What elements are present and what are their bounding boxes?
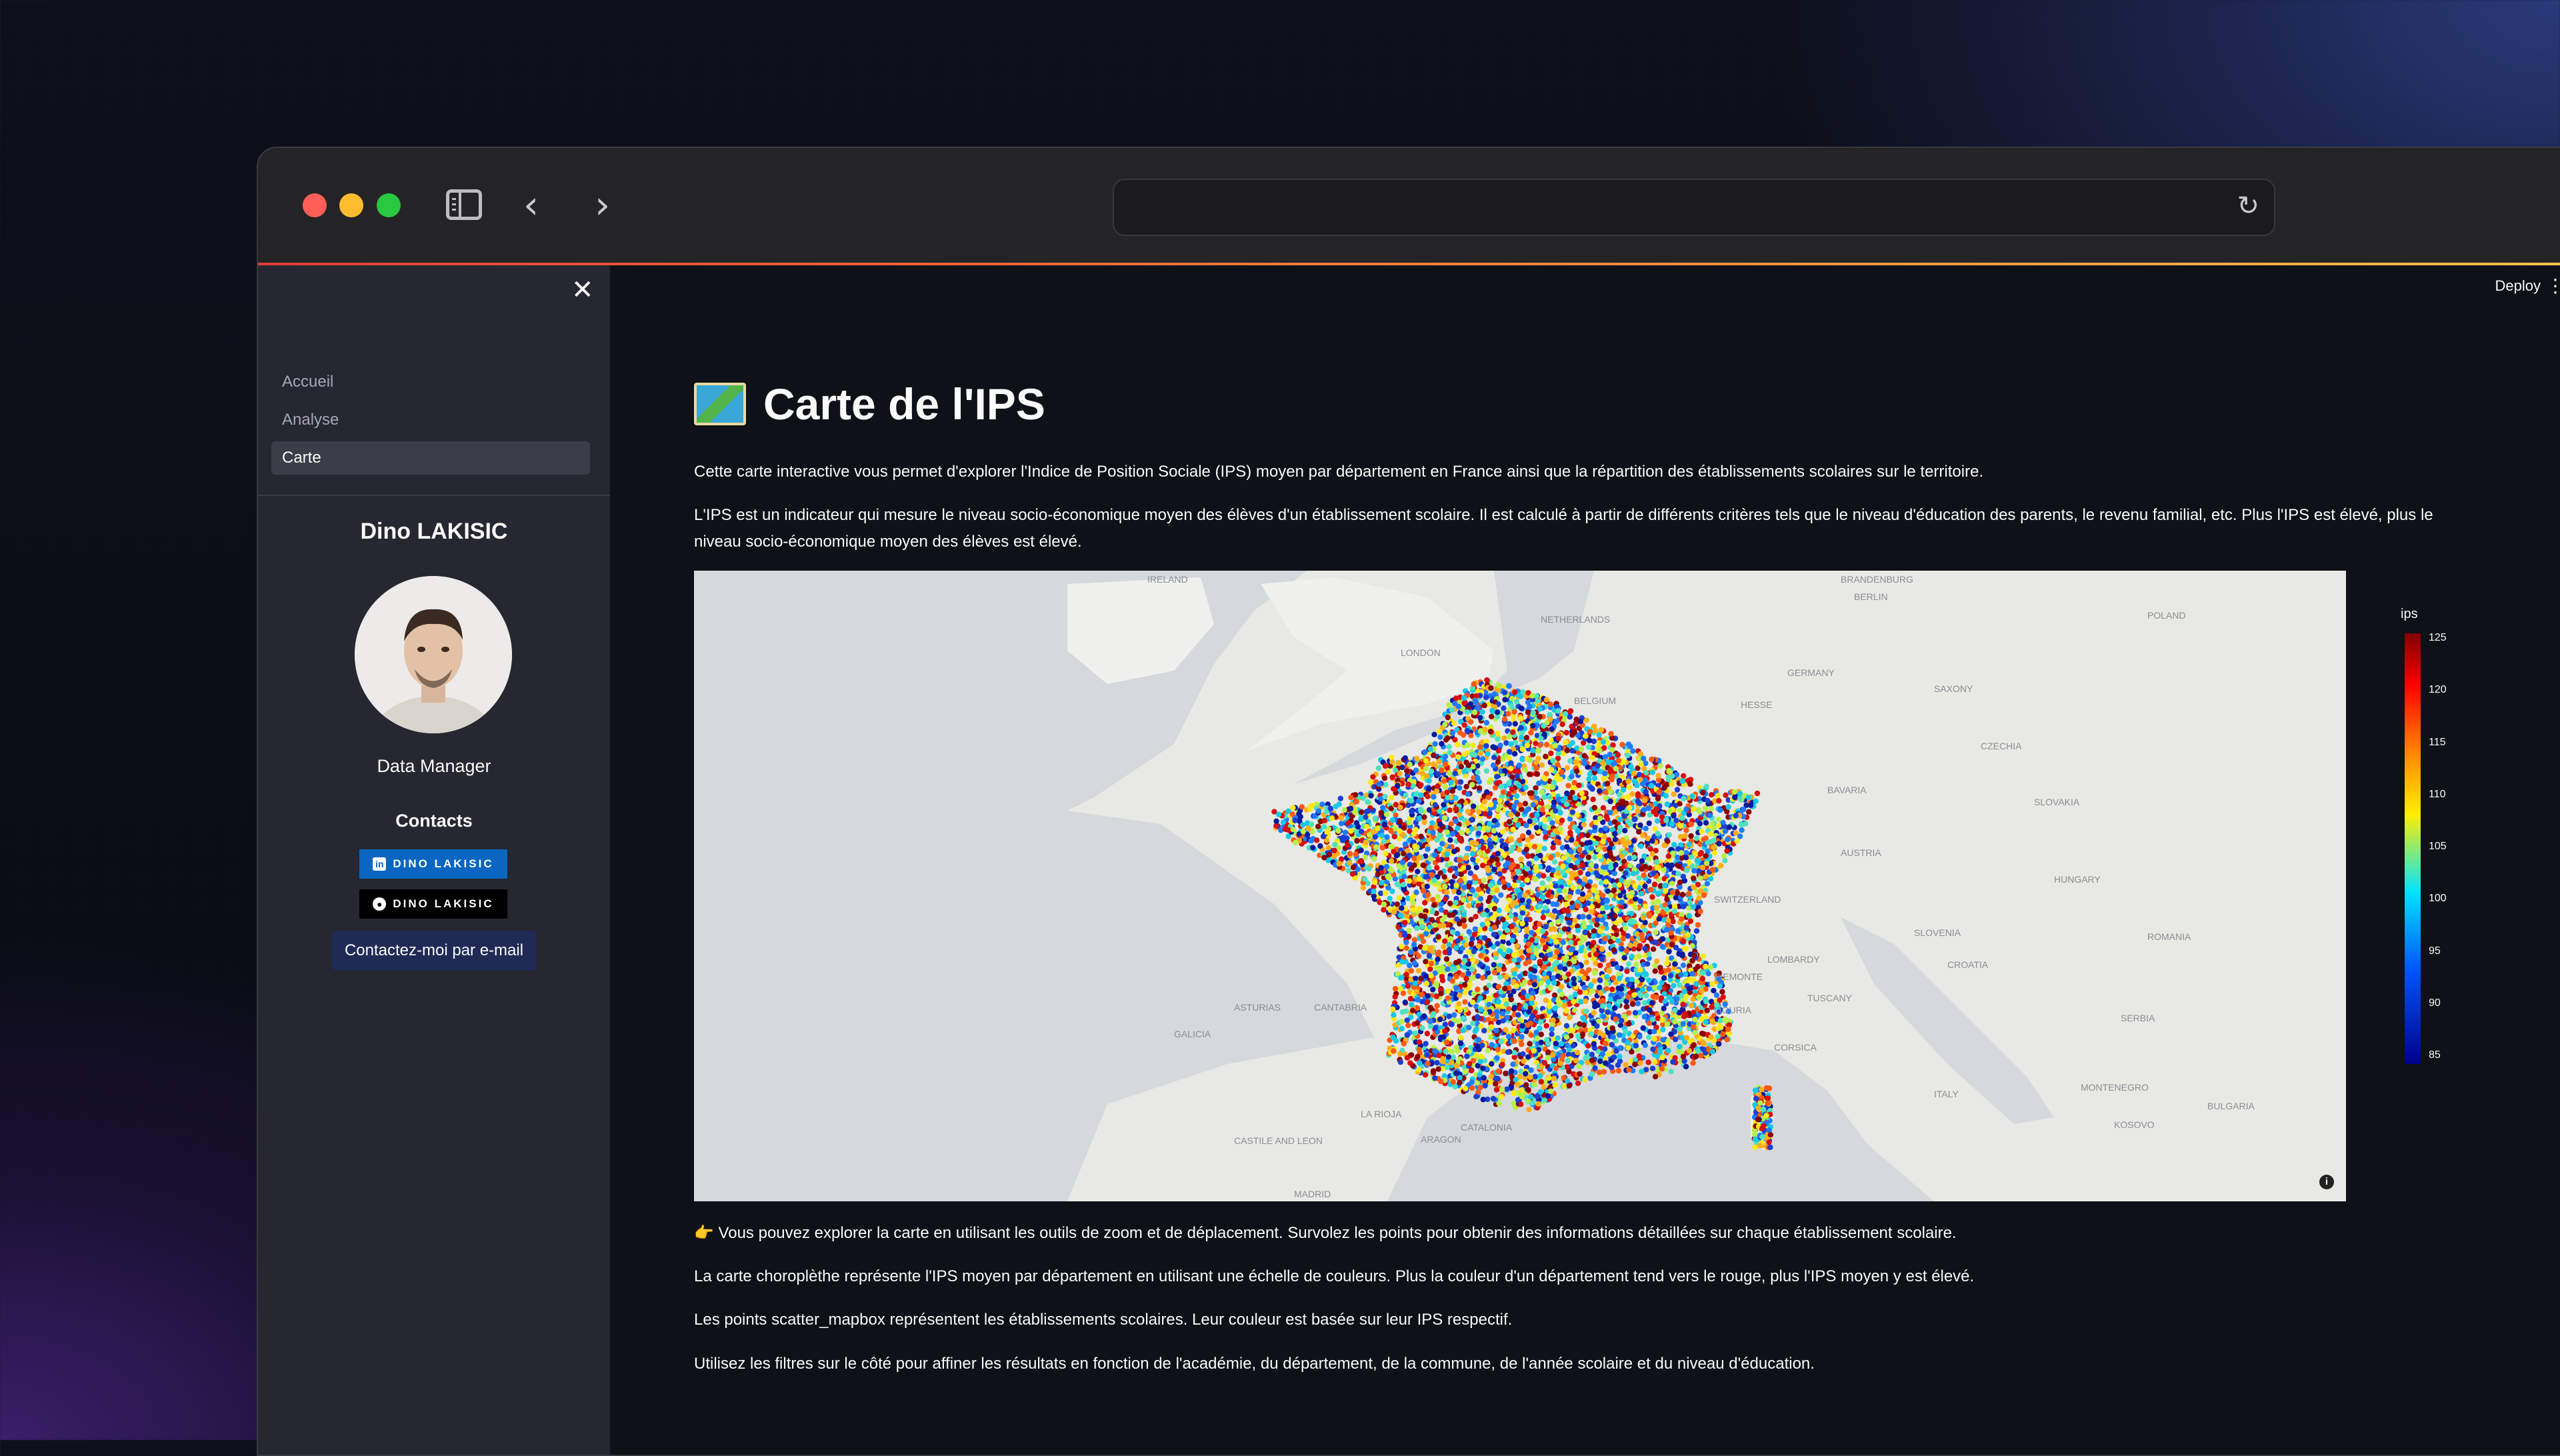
filters-text: Utilisez les filtres sur le côté pour af… — [694, 1351, 2467, 1377]
map-place-label: SLOVENIA — [1914, 927, 1961, 938]
map-place-label: PIEMONTE — [1714, 971, 1763, 982]
map-place-label: BERLIN — [1854, 591, 1888, 602]
sidebar: ✕ Accueil Analyse Carte Dino LAKISIC — [258, 265, 610, 1455]
sidebar-nav: Accueil Analyse Carte — [271, 365, 590, 479]
map-place-label: BELGIUM — [1574, 695, 1616, 706]
colorbar-tick: 95 — [2429, 945, 2441, 957]
forward-arrow-icon[interactable]: › — [595, 185, 610, 224]
github-badge[interactable]: ● DINO LAKISIC — [359, 889, 507, 919]
colorbar — [2405, 633, 2421, 1064]
ips-map[interactable]: IRELAND LONDON NETHERLANDS BELGIUM GERMANY HE… — [694, 571, 2346, 1201]
profile-role: Data Manager — [258, 756, 610, 777]
map-place-label: CATALONIA — [1461, 1122, 1513, 1133]
page-title-text: Carte de l'IPS — [763, 379, 1045, 429]
map-place-label: SERBIA — [2121, 1013, 2155, 1023]
colorbar-tick: 120 — [2429, 684, 2447, 696]
map-place-label: SWITZERLAND — [1714, 894, 1781, 905]
map-place-label: ITALY — [1934, 1089, 1959, 1099]
colorbar-tick: 100 — [2429, 893, 2447, 905]
colorbar-tick: 105 — [2429, 841, 2447, 853]
colorbar-tick: 85 — [2429, 1049, 2441, 1061]
info-icon[interactable]: i — [2319, 1175, 2334, 1189]
back-arrow-icon[interactable]: ‹ — [523, 185, 539, 224]
map-place-label: POLAND — [2147, 610, 2186, 621]
minimize-window-button[interactable] — [339, 193, 363, 217]
sidebar-divider — [258, 495, 610, 496]
map-place-label: AUSTRIA — [1841, 847, 1881, 858]
map-place-label: GALICIA — [1174, 1029, 1211, 1039]
definition-text: L'IPS est un indicateur qui mesure le ni… — [694, 502, 2467, 555]
map-place-label: ASTURIAS — [1234, 1002, 1281, 1013]
linkedin-badge[interactable]: in DINO LAKISIC — [359, 849, 507, 879]
email-contact-button[interactable]: Contactez-moi par e-mail — [331, 931, 537, 971]
intro-text: Cette carte interactive vous permet d'ex… — [694, 459, 2467, 485]
map-place-label: ROMANIA — [2147, 931, 2191, 942]
map-place-label: BRANDENBURG — [1841, 574, 1913, 585]
colorbar-tick: 110 — [2429, 789, 2446, 801]
linkedin-icon: in — [373, 857, 386, 871]
colorbar-tick: 125 — [2429, 632, 2447, 644]
github-badge-label: DINO LAKISIC — [393, 897, 493, 911]
choropleth-text: La carte choroplèthe représente l'IPS mo… — [694, 1263, 2467, 1290]
map-place-label: LIGURIA — [1714, 1005, 1752, 1015]
map-place-label: KOSOVO — [2114, 1119, 2155, 1130]
sidebar-toggle-icon[interactable] — [446, 189, 482, 220]
linkedin-badge-label: DINO LAKISIC — [393, 857, 493, 871]
contacts-title: Contacts — [258, 811, 610, 831]
reload-icon[interactable]: ↻ — [2237, 191, 2259, 221]
avatar — [355, 576, 512, 733]
map-place-label: LA RIOJA — [1361, 1109, 1402, 1119]
browser-window: ‹ › ↻ ✕ Accueil Analyse Carte Dino LAKIS… — [257, 147, 2560, 1456]
map-place-label: CROATIA — [1947, 959, 1989, 970]
maximize-window-button[interactable] — [377, 193, 401, 217]
profile-name: Dino LAKISIC — [258, 519, 610, 545]
map-place-label: LONDON — [1401, 647, 1441, 658]
map-place-label: TUSCANY — [1807, 993, 1853, 1003]
map-place-label: HESSE — [1741, 699, 1772, 710]
map-place-label: CASTILE AND LEON — [1234, 1135, 1323, 1146]
app-content: ✕ Accueil Analyse Carte Dino LAKISIC — [258, 265, 2560, 1455]
map-place-label: GERMANY — [1787, 667, 1835, 678]
close-window-button[interactable] — [303, 193, 327, 217]
hint-text: 👉 Vous pouvez explorer la carte en utili… — [694, 1220, 2467, 1247]
address-bar[interactable]: ↻ — [1113, 179, 2275, 236]
map-place-label: MADRID — [1294, 1189, 1331, 1199]
map-place-label: BULGARIA — [2207, 1101, 2255, 1111]
sidebar-item-analyse[interactable]: Analyse — [271, 403, 590, 437]
scatter-text: Les points scatter_mapbox représentent l… — [694, 1307, 2467, 1333]
map-place-label: ARAGON — [1421, 1134, 1461, 1145]
map-place-label: SAXONY — [1934, 683, 1973, 694]
map-place-label: SLOVAKIA — [2034, 797, 2080, 807]
map-place-label: LOMBARDY — [1767, 954, 1820, 965]
main-menu-icon[interactable]: ⋮ — [2546, 275, 2560, 297]
map-place-label: NETHERLANDS — [1541, 614, 1610, 625]
world-map-icon — [694, 383, 746, 425]
sidebar-item-accueil[interactable]: Accueil — [271, 365, 590, 399]
map-place-label: HUNGARY — [2054, 874, 2101, 885]
map-place-label: CORSICA — [1774, 1042, 1817, 1053]
colorbar-tick: 115 — [2429, 737, 2446, 749]
map-place-label: BAVARIA — [1827, 785, 1867, 795]
sidebar-item-carte[interactable]: Carte — [271, 441, 590, 475]
map-place-label: CANTABRIA — [1314, 1002, 1367, 1013]
colorbar-tick: 90 — [2429, 997, 2441, 1009]
page-title: Carte de l'IPS — [694, 379, 1045, 429]
github-icon: ● — [373, 897, 386, 911]
map-place-label: CZECHIA — [1981, 741, 2022, 751]
colorbar-title: ips — [2401, 607, 2418, 622]
map-place-label: MONTENEGRO — [2081, 1082, 2149, 1093]
map-place-label: IRELAND — [1147, 574, 1188, 585]
browser-toolbar: ‹ › ↻ — [258, 148, 2560, 265]
close-sidebar-icon[interactable]: ✕ — [571, 275, 594, 305]
deploy-button[interactable]: Deploy — [2495, 277, 2541, 295]
